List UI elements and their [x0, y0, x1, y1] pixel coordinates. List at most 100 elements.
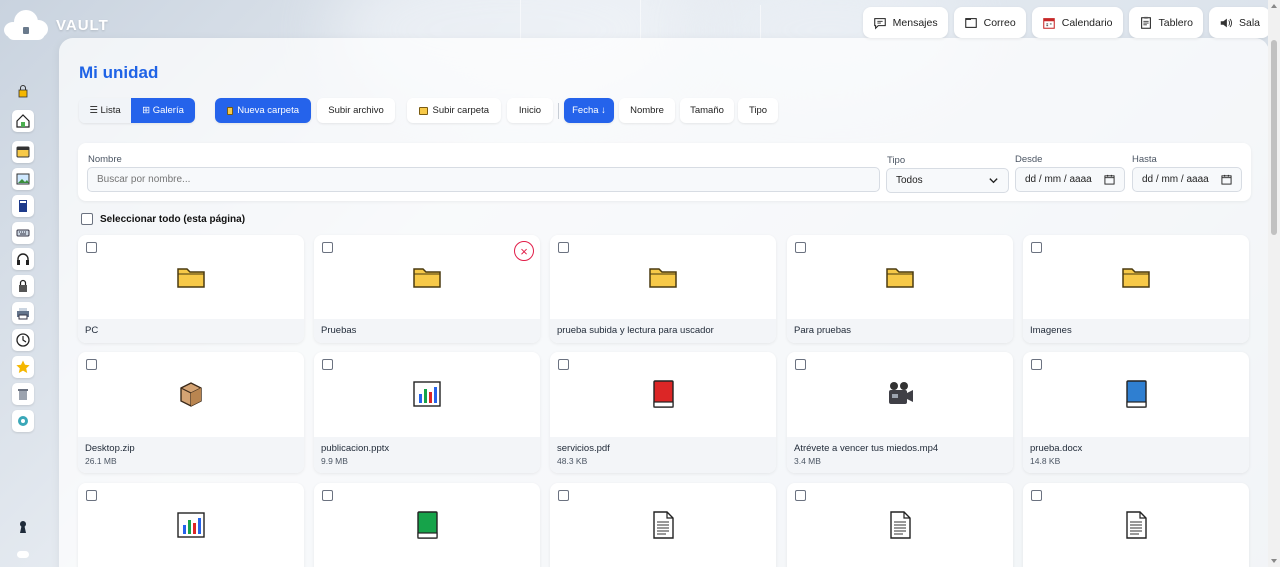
toolbar: ☰ Lista ⊞ Galería Nueva carpeta Subir ar…: [79, 98, 778, 123]
nav-calendar-button[interactable]: Calendario: [1031, 7, 1123, 38]
sidebar-item-documents[interactable]: [12, 195, 34, 217]
sidebar-item-drive[interactable]: [12, 141, 34, 163]
home-icon: [16, 114, 30, 128]
file-name: PC: [85, 325, 99, 336]
book-icon: [19, 200, 27, 212]
select-all-checkbox[interactable]: [81, 213, 93, 225]
toggle-icon: [17, 551, 29, 558]
file-card[interactable]: [787, 483, 1013, 567]
sidebar-toggle[interactable]: [12, 543, 34, 565]
file-card[interactable]: Atrévete a vencer tus miedos.mp4 3.4 MB: [787, 352, 1013, 473]
nav-messages-button[interactable]: Mensajes: [862, 7, 948, 38]
file-size: 3.4 MB: [794, 456, 821, 466]
sidebar-item-keyboard[interactable]: [12, 222, 34, 244]
chevron-down-icon: [989, 178, 998, 184]
nav-mail-button[interactable]: Correo: [953, 7, 1026, 38]
main-panel: Mi unidad ☰ Lista ⊞ Galería Nueva carpet…: [59, 38, 1269, 567]
calendar-icon: [1221, 174, 1232, 185]
file-card[interactable]: [314, 483, 540, 567]
keyboard-icon: [16, 229, 30, 237]
upload-folder-button[interactable]: Subir carpeta: [407, 98, 501, 123]
view-list-button[interactable]: ☰ Lista: [79, 98, 131, 123]
sidebar-item-settings[interactable]: [12, 410, 34, 432]
upload-file-button[interactable]: Subir archivo: [317, 98, 395, 123]
file-size: 9.9 MB: [321, 456, 348, 466]
clock-icon: [16, 333, 30, 347]
scrollbar-thumb[interactable]: [1271, 40, 1277, 235]
folder-icon: [419, 106, 429, 115]
nav-board-label: Tablero: [1158, 16, 1193, 29]
image-icon: [16, 173, 30, 185]
printer-icon: [17, 308, 29, 320]
sidebar-item-vault[interactable]: [12, 516, 34, 538]
gear-icon: [18, 416, 28, 426]
folder-icon: [886, 268, 914, 288]
file-name: Para pruebas: [794, 325, 852, 336]
type-select[interactable]: Todos: [886, 168, 1009, 193]
calendar-icon: [1104, 174, 1115, 185]
type-select-value: Todos: [896, 175, 923, 186]
sidebar-item-trash[interactable]: [12, 383, 34, 405]
scroll-down-icon[interactable]: [1271, 559, 1277, 563]
page-title: Mi unidad: [79, 63, 159, 82]
app-logo[interactable]: VAULT: [4, 10, 109, 40]
cloud-logo-icon: [4, 10, 48, 40]
page-scrollbar[interactable]: [1268, 0, 1280, 567]
file-card[interactable]: prueba subida y lectura para uscador: [550, 235, 776, 343]
view-toggle: ☰ Lista ⊞ Galería: [79, 98, 195, 123]
view-gallery-button[interactable]: ⊞ Galería: [131, 98, 195, 123]
select-all[interactable]: Seleccionar todo (esta página): [81, 213, 245, 225]
nav-mail-label: Correo: [983, 16, 1016, 29]
nav-room-button[interactable]: Sala: [1208, 7, 1270, 38]
home-button[interactable]: Inicio: [507, 98, 553, 123]
nav-board-button[interactable]: Tablero: [1128, 7, 1203, 38]
clipboard-icon: [1140, 16, 1151, 29]
sidebar-item-recent[interactable]: [12, 329, 34, 351]
filter-panel: Nombre Tipo Todos Desde dd / mm / aaaa H…: [78, 143, 1251, 201]
file-card[interactable]: servicios.pdf 48.3 KB: [550, 352, 776, 473]
file-card[interactable]: prueba.docx 14.8 KB: [1023, 352, 1249, 473]
sidebar-item-security[interactable]: [12, 275, 34, 297]
scroll-up-icon[interactable]: [1271, 4, 1277, 8]
sidebar-item-print[interactable]: [12, 302, 34, 324]
file-name: prueba subida y lectura para uscador: [557, 325, 714, 336]
sidebar-item-images[interactable]: [12, 168, 34, 190]
file-card[interactable]: [1023, 483, 1249, 567]
blue-book-icon: [1126, 380, 1147, 408]
file-card[interactable]: [550, 483, 776, 567]
type-filter-label: Tipo: [887, 155, 906, 166]
sort-name-button[interactable]: Nombre: [619, 98, 675, 123]
sidebar-item-starred[interactable]: [12, 356, 34, 378]
sidebar-item-home[interactable]: [12, 110, 34, 132]
headphones-icon: [17, 253, 29, 265]
file-size: 14.8 KB: [1030, 456, 1061, 466]
green-book-icon: [417, 511, 438, 539]
document-icon: [1126, 511, 1147, 539]
sort-date-button[interactable]: Fecha ↓: [564, 98, 614, 123]
file-card[interactable]: Imagenes: [1023, 235, 1249, 343]
folder-icon: [177, 268, 205, 288]
file-card[interactable]: publicacion.pptx 9.9 MB: [314, 352, 540, 473]
file-name: publicacion.pptx: [321, 443, 390, 454]
vault-keyhole-icon: [20, 521, 26, 533]
lock-user-icon: [18, 85, 28, 98]
file-card[interactable]: [78, 483, 304, 567]
sidebar: [0, 70, 46, 567]
sort-size-button[interactable]: Tamaño: [680, 98, 734, 123]
file-card[interactable]: PC: [78, 235, 304, 343]
to-date-input[interactable]: dd / mm / aaaa: [1132, 167, 1242, 192]
sidebar-item-profile[interactable]: [12, 80, 34, 102]
name-search-input[interactable]: [87, 167, 880, 192]
lock-icon: [19, 279, 27, 292]
folder-icon: [649, 268, 677, 288]
file-name: Desktop.zip: [85, 443, 135, 454]
file-card[interactable]: × Pruebas: [314, 235, 540, 343]
document-icon: [890, 511, 911, 539]
new-folder-button[interactable]: Nueva carpeta: [215, 98, 311, 123]
sort-type-button[interactable]: Tipo: [738, 98, 778, 123]
from-date-input[interactable]: dd / mm / aaaa: [1015, 167, 1125, 192]
file-name: Imagenes: [1030, 325, 1072, 336]
file-card[interactable]: Desktop.zip 26.1 MB: [78, 352, 304, 473]
sidebar-item-support[interactable]: [12, 248, 34, 270]
file-card[interactable]: Para pruebas: [787, 235, 1013, 343]
